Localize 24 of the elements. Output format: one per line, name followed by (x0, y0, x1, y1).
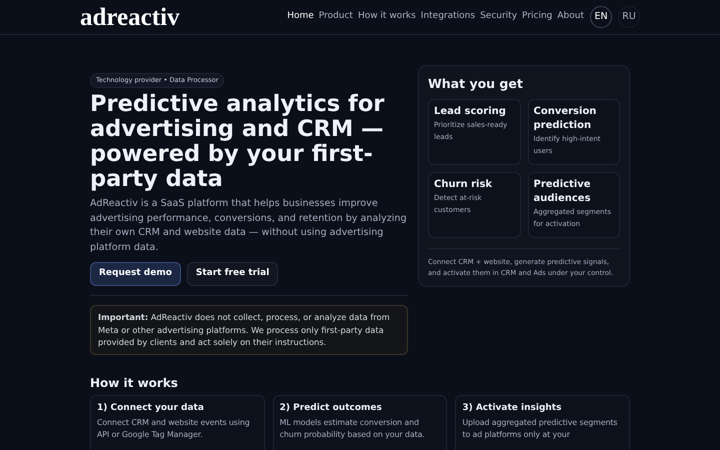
card-title: What you get (428, 78, 524, 90)
hero-title: Predictive analytics for advertising and CRM — powered by your first-party data (90, 92, 386, 192)
language-button[interactable]: RU (618, 6, 640, 28)
feature-title: Predictive audiences (534, 178, 592, 206)
section-title: How it works (90, 376, 179, 388)
language-button[interactable]: EN (590, 6, 612, 28)
hero-description: AdReactiv is a SaaS platform that helps businesses improve advertising performance, conversions, and retention by analyzing their own CRM and website data — without using advertising platform data. (90, 197, 408, 254)
nav-link[interactable]: Product (318, 10, 353, 24)
nav-link[interactable]: How it works (358, 10, 416, 24)
nav-link[interactable]: Integrations (420, 10, 476, 24)
step-title: 1) Connect your data (97, 402, 205, 414)
step-title: 3) Activate insights (462, 402, 562, 414)
nav-link[interactable]: Pricing (522, 10, 552, 24)
nav-link[interactable]: Security (480, 10, 518, 24)
feature-title: Churn risk (434, 178, 494, 192)
nav-link[interactable]: About (557, 10, 584, 24)
logo[interactable]: adreactiv (80, 4, 180, 30)
important-notice: Important: AdReactiv does not collect, process, or analyze data from Meta or other advertising platforms. We process only first-party data provided by clients and act solely on their instructions. (90, 305, 408, 354)
nav-link[interactable]: Home (287, 10, 314, 24)
feature-title: Lead scoring (434, 104, 507, 118)
trial-button[interactable]: Start free trial (186, 262, 278, 286)
feature-title: Conversion prediction (534, 104, 598, 132)
step-title: 2) Predict outcomes (280, 402, 383, 414)
request-demo-button[interactable]: Request demo (90, 262, 181, 286)
